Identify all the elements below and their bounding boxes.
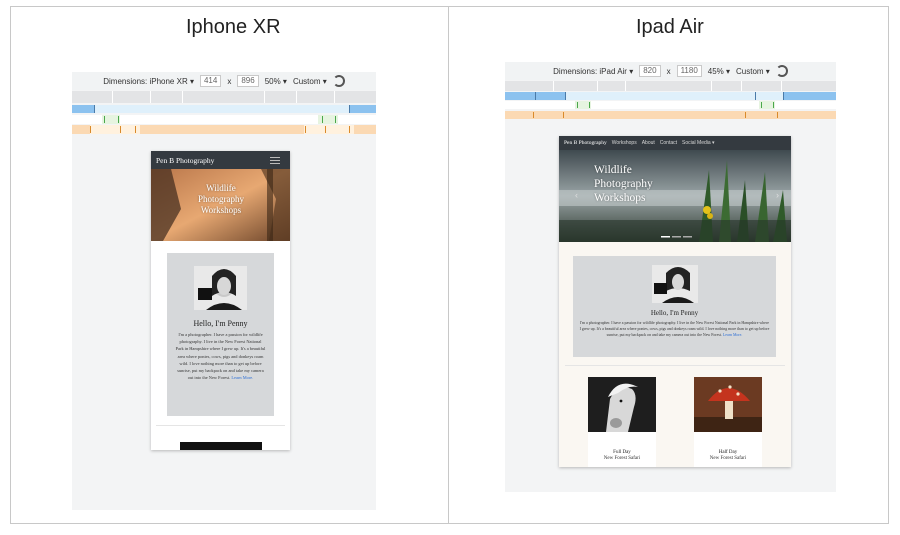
carousel-next-icon[interactable]: › — [776, 190, 779, 200]
brand-logo[interactable]: Pen B Photography — [564, 140, 607, 146]
brand-logo[interactable]: Pen B Photography — [156, 156, 214, 165]
hero-heading: Wildlife Photography Workshops — [594, 164, 653, 204]
hero-banner: Wildlife Photography Workshops — [151, 169, 290, 241]
rotate-icon[interactable] — [332, 75, 345, 87]
nav-link-about[interactable]: About — [642, 140, 655, 146]
hero-heading: Wildlife Photography Workshops — [198, 183, 244, 215]
navbar: Pen B Photography — [151, 151, 290, 169]
media-query-bar-min-width[interactable] — [505, 111, 836, 119]
card-subtitle: New Forest Safari — [603, 456, 641, 461]
media-query-bar-min-width[interactable] — [72, 125, 376, 134]
hero-carousel: ‹ › Wildlife Photography Workshops — [559, 150, 791, 242]
rotate-icon[interactable] — [775, 65, 788, 77]
navbar: Pen B Photography Workshops About Contac… — [559, 136, 791, 150]
hello-heading: Hello, I'm Penny — [650, 309, 699, 317]
learn-more-link[interactable]: Learn More. — [231, 375, 253, 380]
device-toolbar: Dimensions: iPhone XR ▾ 414 x 896 50% ▾ … — [72, 72, 376, 90]
section-separator — [565, 365, 785, 366]
hello-heading: Hello, I'm Penny — [193, 319, 248, 328]
media-query-bar-max-width[interactable] — [505, 92, 836, 100]
dimensions-dropdown[interactable]: Dimensions: iPad Air ▾ — [553, 67, 633, 76]
about-section: Hello, I'm Penny I'm a photographer. I h… — [573, 256, 776, 357]
left-panel-title: Iphone XR — [186, 16, 281, 38]
about-section: Hello, I'm Penny I'm a photographer. I h… — [167, 253, 274, 416]
hamburger-menu-icon[interactable] — [270, 157, 280, 164]
mushroom-image — [694, 377, 762, 432]
bio-text: I'm a photographer. I have a passion for… — [175, 332, 266, 381]
workshop-card-full-day[interactable]: Full Day New Forest Safari — [588, 377, 656, 467]
throttle-dropdown[interactable]: Custom ▾ — [293, 77, 327, 86]
carousel-prev-icon[interactable]: ‹ — [575, 190, 578, 200]
phone-viewport[interactable]: Pen B Photography Wildlife Photography W… — [151, 151, 290, 450]
width-input[interactable]: 820 — [639, 65, 661, 77]
nav-link-contact[interactable]: Contact — [660, 140, 677, 146]
media-query-bar-min-max[interactable] — [72, 115, 376, 124]
throttle-dropdown[interactable]: Custom ▾ — [736, 67, 770, 76]
times-label: x — [666, 66, 671, 76]
pony-image — [588, 377, 656, 432]
profile-avatar — [194, 266, 247, 310]
learn-more-link[interactable]: Learn More. — [723, 333, 742, 337]
zoom-dropdown[interactable]: 50% ▾ — [265, 77, 287, 86]
right-panel-title: Ipad Air — [636, 16, 704, 38]
card-subtitle: New Forest Safari — [709, 456, 747, 461]
workshop-card-half-day[interactable]: Half Day New Forest Safari — [694, 377, 762, 467]
workshop-card-image — [180, 442, 262, 450]
width-input[interactable]: 414 — [199, 75, 222, 87]
nav-link-workshops[interactable]: Workshops — [612, 140, 637, 146]
tablet-viewport[interactable]: Pen B Photography Workshops About Contac… — [559, 136, 791, 467]
height-input[interactable]: 1180 — [676, 65, 702, 77]
times-label: x — [227, 76, 232, 86]
media-query-bar-gray[interactable] — [72, 91, 376, 103]
zoom-dropdown[interactable]: 45% ▾ — [708, 67, 730, 76]
media-query-bar-gray[interactable] — [505, 81, 836, 91]
profile-avatar — [652, 265, 698, 303]
height-input[interactable]: 896 — [237, 75, 259, 87]
card-title: Full Day — [613, 450, 631, 455]
section-separator — [156, 425, 285, 426]
nav-link-social-media[interactable]: Social Media ▾ — [682, 140, 715, 146]
dimensions-dropdown[interactable]: Dimensions: iPhone XR ▾ — [103, 77, 194, 86]
panel-divider — [448, 6, 449, 524]
media-query-bar-max-width[interactable] — [72, 105, 376, 113]
bio-text: I'm a photographer. I have a passion for… — [579, 321, 770, 337]
device-toolbar: Dimensions: iPad Air ▾ 820 x 1180 45% ▾ … — [505, 62, 836, 80]
media-query-bar-min-max[interactable] — [505, 101, 836, 109]
card-title: Half Day — [718, 450, 738, 455]
